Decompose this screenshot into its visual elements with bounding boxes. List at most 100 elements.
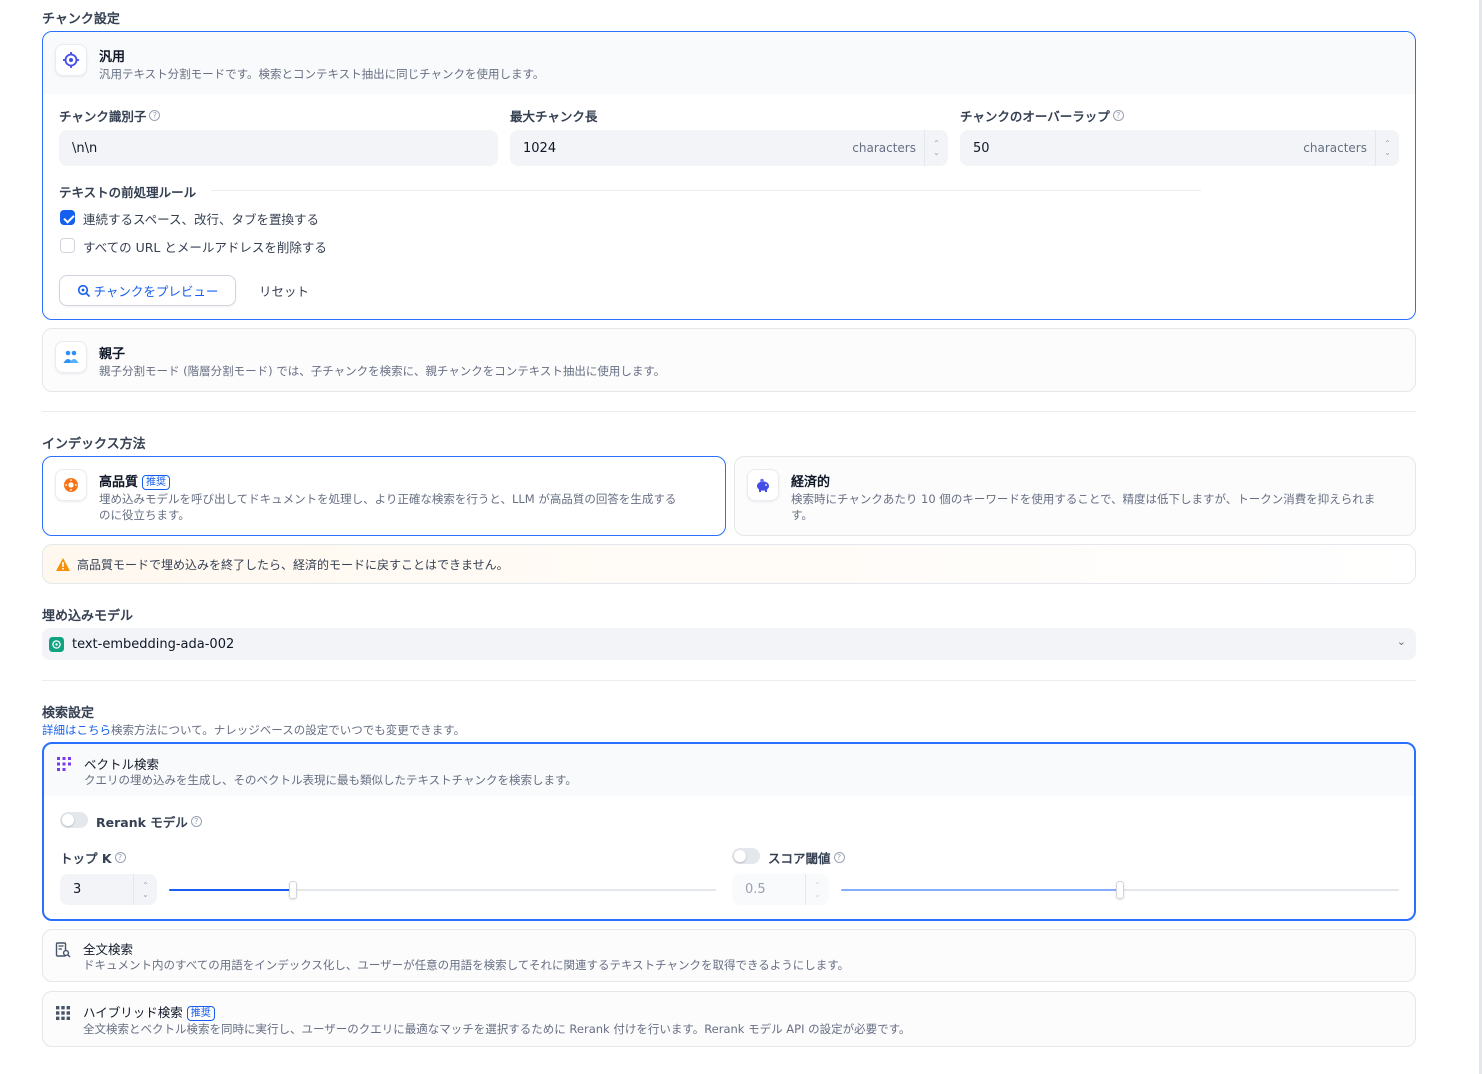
delimiter-input[interactable]: \n\n — [59, 130, 498, 166]
rerank-label-text: Rerank モデル — [96, 815, 188, 830]
chevron-up-icon[interactable]: ⌃ — [142, 881, 149, 890]
score-threshold-label: スコア閾値 ? — [768, 848, 845, 867]
overlap-label: チャンクのオーバーラップ ? — [960, 106, 1124, 125]
chevron-up-icon[interactable]: ⌃ — [1384, 139, 1391, 148]
preview-chunk-label: チャンクをプレビュー — [93, 284, 219, 299]
warning-text: 高品質モードで埋め込みを終了したら、経済的モードに戻すことはできません。 — [77, 557, 509, 572]
piggy-bank-icon — [747, 469, 779, 501]
general-chunk-card[interactable]: 汎用 汎用テキスト分割モードです。検索とコンテキスト抽出に同じチャンクを使用しま… — [42, 31, 1416, 320]
overlap-value: 50 — [973, 140, 990, 156]
max-length-unit: characters — [852, 141, 916, 155]
top-k-stepper[interactable]: ⌃ ⌄ — [133, 874, 157, 905]
fulltext-search-card[interactable]: 全文検索 ドキュメント内のすべての用語をインデックス化し、ユーザーが任意の用語を… — [42, 929, 1416, 982]
top-k-slider[interactable] — [169, 881, 716, 899]
economy-desc-line1: 検索時にチャンクあたり 10 個のキーワードを使用することで、精度は低下しますが… — [791, 492, 1376, 506]
embedding-model-title: 埋め込みモデル — [42, 609, 134, 624]
parent-child-desc: 親子分割モード (階層分割モード) では、子チャンクを検索に、親チャンクをコンテ… — [99, 364, 666, 378]
max-length-input[interactable]: 1024 characters ⌃ ⌄ — [510, 130, 948, 166]
top-k-input[interactable]: 3 ⌃ ⌄ — [60, 874, 157, 905]
rule-label-remove-urls: すべての URL とメールアドレスを削除する — [83, 240, 327, 255]
score-threshold-input[interactable]: 0.5 ⌃ ⌄ — [732, 874, 829, 905]
section-divider — [42, 680, 1416, 681]
top-k-slider-fill — [169, 889, 293, 891]
vector-search-header: ベクトル検索 クエリの埋め込みを生成し、そのベクトル表現に最も類似したテキストチ… — [44, 744, 1414, 796]
retrieval-settings-title: 検索設定 — [42, 706, 95, 721]
high-quality-desc-line2: のに役立ちます。 — [99, 508, 190, 522]
score-threshold-toggle[interactable] — [732, 848, 760, 864]
learn-more-link[interactable]: 詳細はこちら — [42, 723, 111, 737]
top-k-slider-handle[interactable] — [289, 881, 297, 899]
economy-card[interactable]: 経済的 検索時にチャンクあたり 10 個のキーワードを使用することで、精度は低下… — [734, 456, 1416, 536]
high-quality-desc-line1: 埋め込みモデルを呼び出してドキュメントを処理し、より正確な検索を行うと、LLM … — [99, 492, 677, 506]
embedding-model-select[interactable]: text-embedding-ada-002 ⌄ — [42, 628, 1416, 660]
rerank-toggle[interactable] — [60, 812, 88, 828]
delimiter-label: チャンク識別子 ? — [59, 106, 161, 125]
retrieval-subtitle-text: 検索方法について。ナレッジベースの設定でいつでも変更できます。 — [111, 723, 466, 737]
general-mode-icon — [55, 44, 87, 76]
chevron-down-icon[interactable]: ⌄ — [142, 890, 149, 899]
recommended-badge: 推奨 — [142, 475, 171, 490]
economy-desc: 検索時にチャンクあたり 10 個のキーワードを使用することで、精度は低下しますが… — [791, 491, 1375, 523]
score-threshold-slider[interactable] — [841, 881, 1399, 899]
search-icon — [77, 284, 90, 297]
overlap-stepper[interactable]: ⌃ ⌄ — [1375, 130, 1399, 166]
help-icon[interactable]: ? — [190, 816, 202, 827]
rerank-label: Rerank モデル ? — [96, 812, 202, 831]
fulltext-search-desc: ドキュメント内のすべての用語をインデックス化し、ユーザーが任意の用語を検索してそ… — [83, 958, 850, 972]
delimiter-value: \n\n — [72, 140, 98, 156]
overlap-label-text: チャンクのオーバーラップ — [960, 109, 1110, 124]
economy-desc-line2: す。 — [791, 508, 813, 522]
rule-label-replace-spaces: 連続するスペース、改行、タブを置換する — [83, 212, 320, 227]
warning-icon — [56, 557, 70, 571]
help-icon[interactable]: ? — [149, 110, 161, 121]
rules-divider — [211, 190, 1201, 191]
hybrid-search-desc: 全文検索とベクトル検索を同時に実行し、ユーザーのクエリに最適なマッチを選択するた… — [83, 1022, 911, 1036]
reset-button[interactable]: リセット — [250, 275, 318, 306]
vector-search-title: ベクトル検索 — [84, 757, 160, 772]
help-icon[interactable]: ? — [114, 852, 126, 863]
score-threshold-slider-handle[interactable] — [1116, 881, 1124, 899]
chunk-settings-title: チャンク設定 — [42, 12, 120, 27]
rules-label: テキストの前処理ルール — [59, 185, 197, 200]
chevron-down-icon[interactable]: ⌄ — [933, 148, 940, 157]
chevron-up-icon[interactable]: ⌃ — [933, 139, 940, 148]
hybrid-search-title: ハイブリッド検索 推奨 — [83, 1002, 215, 1021]
chevron-down-icon[interactable]: ⌄ — [814, 890, 821, 899]
delimiter-label-text: チャンク識別子 — [59, 109, 147, 124]
parent-child-title: 親子 — [99, 347, 126, 362]
max-length-value: 1024 — [523, 140, 557, 156]
top-k-label: トップ K ? — [60, 848, 126, 867]
general-title: 汎用 — [99, 50, 126, 65]
overlap-unit: characters — [1303, 141, 1367, 155]
high-quality-warning: 高品質モードで埋め込みを終了したら、経済的モードに戻すことはできません。 — [42, 544, 1416, 584]
general-desc: 汎用テキスト分割モードです。検索とコンテキスト抽出に同じチャンクを使用します。 — [99, 67, 545, 81]
high-quality-desc: 埋め込みモデルを呼び出してドキュメントを処理し、より正確な検索を行うと、LLM … — [99, 491, 676, 523]
help-icon[interactable]: ? — [1112, 110, 1124, 121]
score-threshold-stepper[interactable]: ⌃ ⌄ — [805, 874, 829, 905]
rule-checkbox-remove-urls[interactable] — [60, 238, 75, 253]
chevron-down-icon[interactable]: ⌄ — [1397, 635, 1406, 648]
economy-title: 経済的 — [791, 475, 831, 490]
vector-grid-icon — [57, 757, 71, 771]
chevron-up-icon[interactable]: ⌃ — [814, 881, 821, 890]
embedding-model-value: text-embedding-ada-002 — [72, 636, 235, 652]
top-k-label-text: トップ K — [60, 851, 112, 866]
vector-search-card[interactable]: ベクトル検索 クエリの埋め込みを生成し、そのベクトル表現に最も類似したテキストチ… — [42, 742, 1416, 921]
index-method-title: インデックス方法 — [42, 437, 146, 452]
parent-child-card[interactable]: 親子 親子分割モード (階層分割モード) では、子チャンクを検索に、親チャンクを… — [42, 328, 1416, 392]
help-icon[interactable]: ? — [833, 852, 845, 863]
fulltext-search-title: 全文検索 — [83, 942, 134, 957]
hybrid-search-card[interactable]: ハイブリッド検索 推奨 全文検索とベクトル検索を同時に実行し、ユーザーのクエリに最… — [42, 991, 1416, 1047]
score-threshold-value: 0.5 — [745, 882, 766, 897]
top-k-value: 3 — [73, 882, 82, 897]
preview-chunk-button[interactable]: チャンクをプレビュー — [59, 275, 236, 306]
overlap-input[interactable]: 50 characters ⌃ ⌄ — [960, 130, 1399, 166]
high-quality-card[interactable]: 高品質 推奨 埋め込みモデルを呼び出してドキュメントを処理し、より正確な検索を行う… — [42, 456, 726, 536]
retrieval-subtitle: 詳細はこちら検索方法について。ナレッジベースの設定でいつでも変更できます。 — [42, 722, 465, 738]
max-length-stepper[interactable]: ⌃ ⌄ — [924, 130, 948, 166]
vector-search-desc: クエリの埋め込みを生成し、そのベクトル表現に最も類似したテキストチャンクを検索し… — [84, 773, 577, 787]
chevron-down-icon[interactable]: ⌄ — [1384, 148, 1391, 157]
general-card-header: 汎用 汎用テキスト分割モードです。検索とコンテキスト抽出に同じチャンクを使用しま… — [43, 32, 1415, 94]
document-search-icon — [55, 942, 71, 958]
rule-checkbox-replace-spaces[interactable] — [60, 210, 75, 225]
